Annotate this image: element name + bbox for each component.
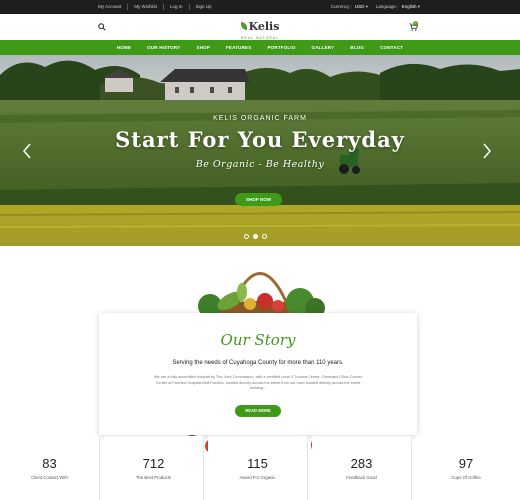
- nav-item-gallery[interactable]: GALLERY: [312, 45, 335, 50]
- my-account-link[interactable]: My Account: [98, 4, 129, 10]
- vegetable-basket-image: [198, 272, 325, 318]
- counter-item: 97 Cups Of Coffee: [416, 436, 516, 500]
- counter-value: 115: [247, 456, 268, 471]
- counter-value: 283: [350, 456, 373, 471]
- top-bar: My Account My Wishlist Log In Sign Up Cu…: [0, 0, 520, 14]
- nav-item-portfolio[interactable]: PORTFOLIO: [267, 45, 295, 50]
- page: My Account My Wishlist Log In Sign Up Cu…: [0, 0, 520, 500]
- story-heading: Our Story: [220, 331, 296, 349]
- leaf-logo-icon: [240, 22, 247, 30]
- counter-label: Client Contact With: [31, 475, 68, 480]
- story-body: We are a fully accredited hospital by Th…: [154, 375, 362, 390]
- counter-value: 83: [42, 456, 57, 471]
- counters-section: 83 Client Contact With 712 The Best Prod…: [0, 436, 520, 500]
- chevron-down-icon: ▾: [365, 4, 368, 9]
- language-selector[interactable]: Language : English ▾: [376, 4, 420, 10]
- counter-value: 712: [142, 456, 165, 471]
- cart-count-badge: 0: [413, 21, 418, 26]
- chevron-down-icon: ▾: [417, 4, 420, 9]
- slider-dots: [244, 234, 271, 239]
- counter-label: Award For Organic: [239, 475, 276, 480]
- nav-item-blog[interactable]: BLOG: [350, 45, 364, 50]
- shop-now-button[interactable]: SHOP NOW: [235, 193, 282, 206]
- account-links: My Account My Wishlist Log In Sign Up: [98, 4, 224, 10]
- slider-dot-active[interactable]: [253, 234, 258, 239]
- counter-item: 712 The Best Products: [104, 436, 204, 500]
- story-card: Our Story Serving the needs of Cuyahoga …: [99, 313, 417, 435]
- read-more-button[interactable]: READ MORE: [235, 405, 281, 417]
- hero-subtitle: KELIS ORGANIC FARM: [213, 115, 307, 122]
- login-link[interactable]: Log In: [170, 4, 190, 10]
- header: Kelis REAL NATURAL 0: [0, 14, 520, 40]
- hero-title: Start For You Everyday: [115, 127, 405, 152]
- arrow-left-icon[interactable]: [22, 143, 32, 159]
- counter-value: 97: [458, 456, 474, 471]
- hero-tagline: Be Organic - Be Healthy: [195, 159, 325, 170]
- main-nav: HOME OUR HISTORY SHOP FEATURES PORTFOLIO…: [0, 40, 520, 55]
- my-wishlist-link[interactable]: My Wishlist: [134, 4, 165, 10]
- currency-value: USD: [354, 4, 365, 9]
- counter-label: Cups Of Coffee: [451, 475, 481, 480]
- nav-item-shop[interactable]: SHOP: [196, 45, 210, 50]
- language-value: English: [401, 4, 417, 9]
- nav-item-home[interactable]: HOME: [117, 45, 131, 50]
- slider-dot[interactable]: [244, 234, 249, 239]
- counter-item: 83 Client Contact With: [0, 436, 100, 500]
- locale-selectors: Currency : USD ▾ Language : English ▾: [323, 4, 420, 10]
- counter-label: The Best Products: [135, 475, 172, 480]
- counter-label: Feedback Good: [346, 475, 377, 480]
- nav-item-features[interactable]: FEATURES: [226, 45, 252, 50]
- logo-name: Kelis: [248, 19, 280, 33]
- hero-slider: KELIS ORGANIC FARM Start For You Everyda…: [0, 55, 520, 246]
- nav-item-contact[interactable]: CONTACT: [380, 45, 403, 50]
- story-lead: Serving the needs of Cuyahoga County for…: [172, 360, 344, 366]
- currency-selector[interactable]: Currency : USD ▾: [331, 4, 368, 10]
- counter-item: 283 Feedback Good: [312, 436, 412, 500]
- counter-item: 115 Award For Organic: [208, 436, 308, 500]
- currency-label: Currency :: [330, 4, 352, 9]
- nav-item-our-history[interactable]: OUR HISTORY: [147, 45, 180, 50]
- language-label: Language :: [375, 4, 399, 9]
- signup-link[interactable]: Sign Up: [196, 4, 218, 10]
- logo[interactable]: Kelis REAL NATURAL: [0, 17, 520, 40]
- slider-dot[interactable]: [262, 234, 267, 239]
- arrow-right-icon[interactable]: [482, 143, 492, 159]
